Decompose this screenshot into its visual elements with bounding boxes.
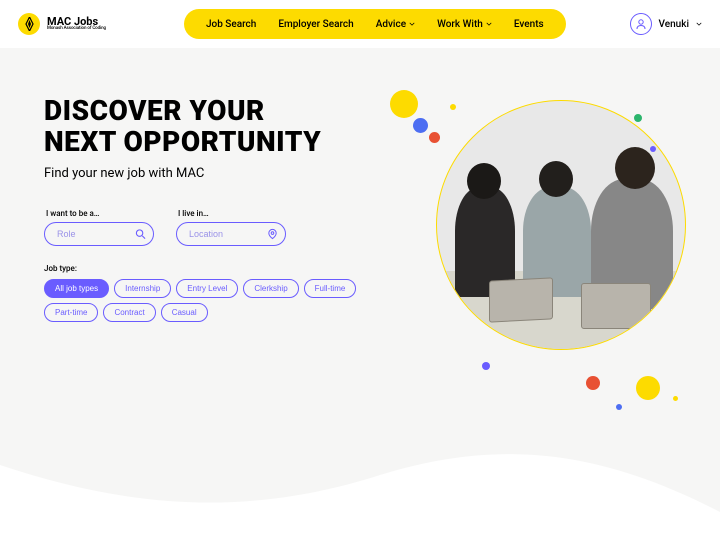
hero-title-line2: NEXT OPPORTUNITY: [44, 125, 321, 158]
header: MAC Jobs Monash Association of Coding Jo…: [0, 0, 720, 48]
job-type-chip-internship[interactable]: Internship: [114, 279, 171, 298]
nav-item-work-with[interactable]: Work With: [437, 19, 492, 30]
decor-dot: [673, 396, 678, 401]
chevron-down-icon: [486, 21, 492, 27]
decor-dot: [616, 404, 622, 410]
chevron-down-icon: [409, 21, 415, 27]
job-type-chip-full-time[interactable]: Full-time: [304, 279, 357, 298]
brand-logo[interactable]: MAC Jobs Monash Association of Coding: [18, 13, 106, 35]
user-menu[interactable]: Venuki: [630, 13, 703, 35]
avatar-icon: [630, 13, 652, 35]
job-type-chip-contract[interactable]: Contract: [103, 303, 155, 322]
job-type-chip-part-time[interactable]: Part-time: [44, 303, 98, 322]
nav-item-advice[interactable]: Advice: [376, 19, 415, 30]
chevron-down-icon: [696, 21, 702, 27]
search-role-group: I want to be a…: [44, 209, 154, 246]
nav-item-label: Employer Search: [278, 19, 353, 30]
decor-dot: [636, 376, 660, 400]
job-type-chip-clerkship[interactable]: Clerkship: [243, 279, 298, 298]
decor-dot: [390, 90, 418, 118]
brand-subtitle: Monash Association of Coding: [47, 27, 106, 32]
main-nav: Job Search Employer Search Advice Work With…: [184, 9, 566, 39]
decor-dot: [650, 146, 656, 152]
logo-icon: [18, 13, 40, 35]
role-label: I want to be a…: [44, 209, 154, 218]
decor-dot: [482, 362, 490, 370]
logo-text: MAC Jobs Monash Association of Coding: [47, 16, 106, 32]
user-name: Venuki: [659, 19, 690, 30]
decor-dot: [634, 114, 642, 122]
nav-item-employer-search[interactable]: Employer Search: [278, 19, 353, 30]
wave-decoration: [0, 420, 720, 540]
search-location-group: I live in…: [176, 209, 286, 246]
nav-item-label: Job Search: [206, 19, 256, 30]
decor-dot: [450, 104, 456, 110]
nav-item-label: Events: [514, 19, 544, 30]
job-type-chips: All job types Internship Entry Level Clerks…: [44, 279, 364, 322]
job-type-chip-entry-level[interactable]: Entry Level: [176, 279, 238, 298]
decor-dot: [413, 118, 428, 133]
search-icon: [135, 228, 146, 239]
decor-dot: [429, 132, 440, 143]
hero-title-line1: DISCOVER YOUR: [44, 94, 265, 127]
location-icon: [267, 228, 278, 239]
hero-photo-circle: [436, 100, 686, 350]
job-type-chip-all-job-types[interactable]: All job types: [44, 279, 109, 298]
nav-item-label: Work With: [437, 19, 483, 30]
nav-item-events[interactable]: Events: [514, 19, 544, 30]
decor-dot: [586, 376, 600, 390]
nav-item-job-search[interactable]: Job Search: [206, 19, 256, 30]
job-type-chip-casual[interactable]: Casual: [161, 303, 208, 322]
hero-image: [436, 100, 686, 350]
nav-item-label: Advice: [376, 19, 406, 30]
location-label: I live in…: [176, 209, 286, 218]
